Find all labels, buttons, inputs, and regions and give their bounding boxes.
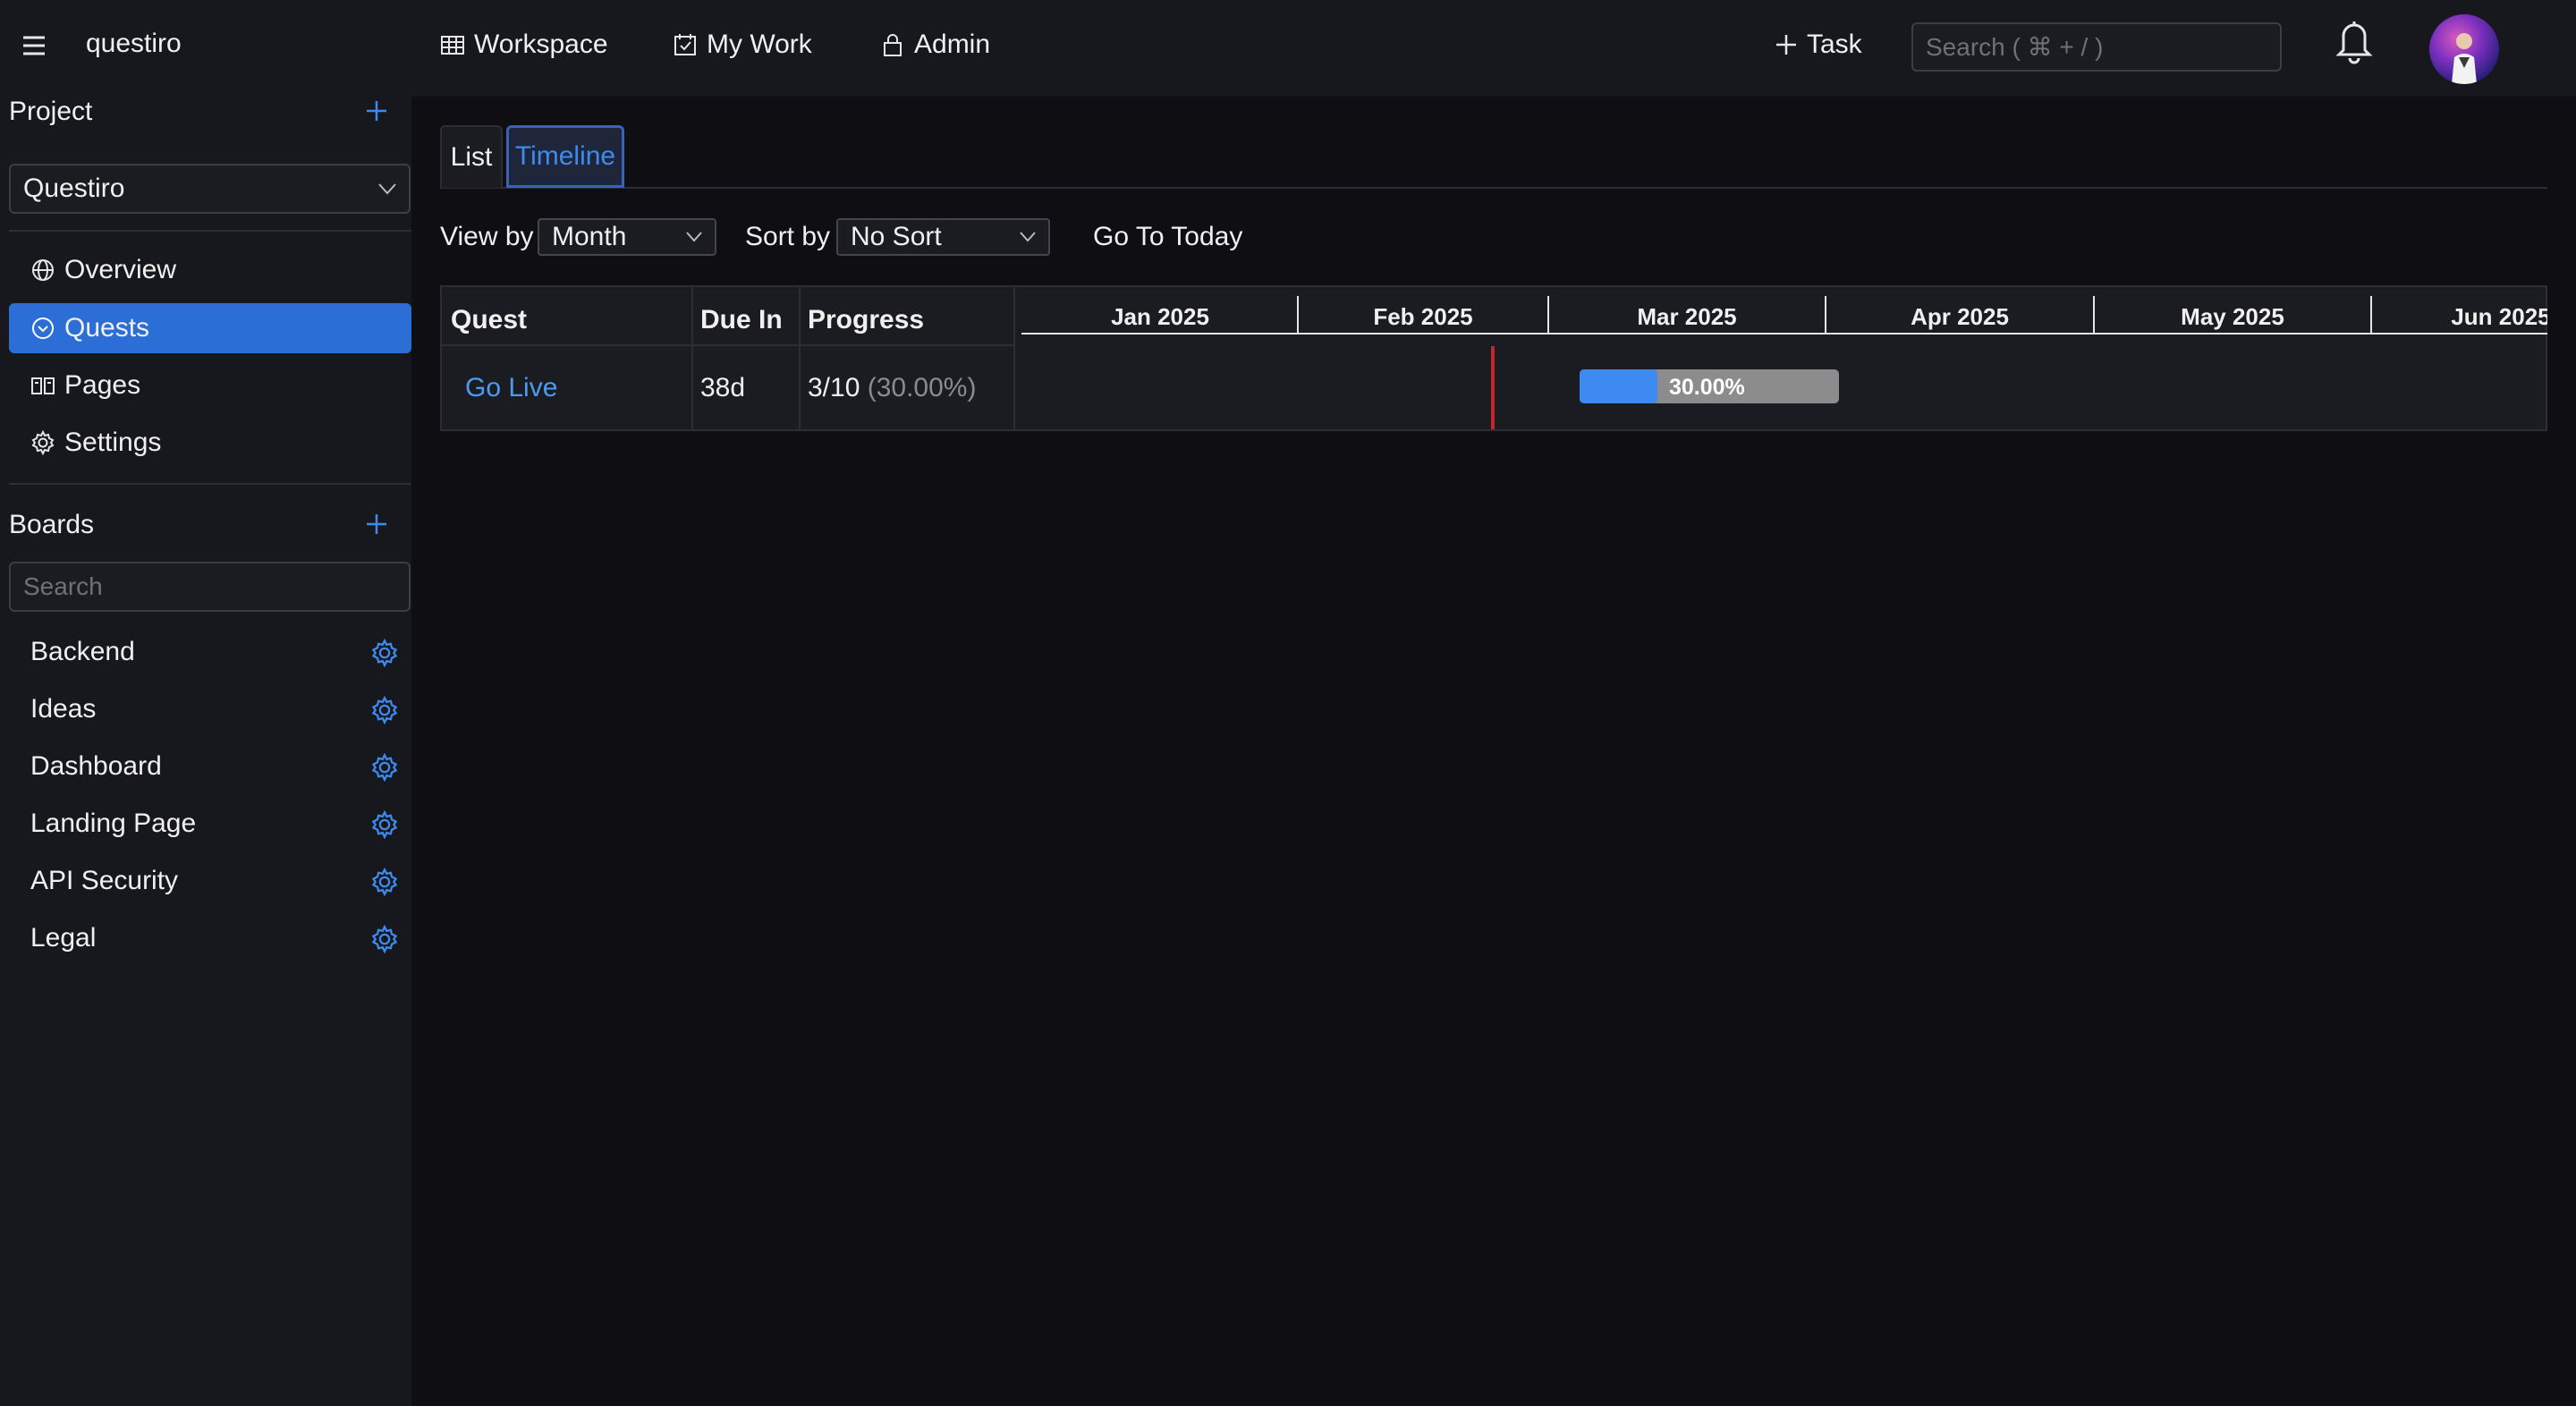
- project-select[interactable]: Questiro: [9, 164, 411, 214]
- column-header-progress: Progress: [808, 305, 925, 335]
- sidebar-item-label: Quests: [64, 313, 150, 343]
- sidebar-item-settings[interactable]: Settings: [9, 418, 411, 468]
- sort-by-select[interactable]: No Sort: [836, 218, 1050, 256]
- progress-bar-label: 30.00%: [1669, 375, 1745, 400]
- progress-count: 3/10: [808, 373, 860, 402]
- sidebar-item-label: Settings: [64, 428, 162, 457]
- board-settings-gear-icon[interactable]: [370, 639, 399, 667]
- sidebar-divider: [9, 483, 411, 485]
- view-by-value: Month: [552, 222, 627, 251]
- month-label: Feb 2025: [1373, 303, 1472, 330]
- progress-percent: (30.00%): [867, 373, 977, 402]
- globe-icon: [30, 258, 55, 283]
- nav-workspace-label: Workspace: [474, 30, 608, 59]
- board-item[interactable]: Ideas: [9, 684, 411, 734]
- board-item-label: Legal: [30, 923, 97, 953]
- nav-admin-label: Admin: [914, 30, 991, 59]
- column-header-quest: Quest: [451, 305, 528, 335]
- plus-icon: [1775, 33, 1798, 56]
- circle-chevron-icon: [30, 316, 55, 341]
- lock-icon: [880, 32, 905, 57]
- table-header-divider: [442, 344, 1014, 346]
- sidebar-item-quests[interactable]: Quests: [9, 303, 411, 353]
- add-project-plus-icon[interactable]: [361, 96, 392, 126]
- add-board-plus-icon[interactable]: [361, 509, 392, 539]
- chevron-down-icon: [684, 229, 704, 245]
- go-to-today-button[interactable]: Go To Today: [1093, 222, 1242, 252]
- tab-timeline[interactable]: Timeline: [506, 125, 624, 188]
- book-icon: [30, 373, 55, 398]
- board-item-label: Ideas: [30, 694, 97, 724]
- board-item[interactable]: Backend: [9, 627, 411, 677]
- month-label: May 2025: [2181, 303, 2284, 330]
- board-settings-gear-icon[interactable]: [370, 696, 399, 724]
- tabs-underline: [440, 187, 2547, 189]
- board-item[interactable]: Landing Page: [9, 799, 411, 849]
- sort-by-label: Sort by: [745, 222, 831, 251]
- user-avatar[interactable]: [2429, 14, 2499, 84]
- sidebar: Project Questiro Overview Quests Pages S…: [0, 97, 411, 1406]
- month-label: Jun 2025: [2451, 303, 2547, 330]
- sidebar-divider: [9, 230, 411, 232]
- nav-workspace[interactable]: Workspace: [440, 27, 608, 63]
- bell-icon[interactable]: [2333, 16, 2376, 66]
- due-in-value: 38d: [700, 373, 746, 402]
- boards-search-input[interactable]: [9, 562, 411, 612]
- sidebar-item-label: Overview: [64, 255, 177, 284]
- chevron-down-icon: [1018, 229, 1038, 245]
- add-task-label: Task: [1807, 30, 1862, 59]
- app-name[interactable]: questiro: [86, 29, 182, 59]
- project-section-title: Project: [9, 97, 93, 126]
- grid-icon: [440, 32, 465, 57]
- board-settings-gear-icon[interactable]: [370, 925, 399, 953]
- board-item-label: API Security: [30, 866, 179, 895]
- board-item[interactable]: API Security: [9, 856, 411, 906]
- board-item[interactable]: Legal: [9, 913, 411, 963]
- month-label: Mar 2025: [1637, 303, 1736, 330]
- view-by-label: View by: [440, 222, 534, 251]
- progress-value: 3/10 (30.00%): [808, 373, 976, 403]
- board-item-label: Backend: [30, 637, 135, 666]
- quest-link[interactable]: Go Live: [465, 373, 557, 403]
- tab-list[interactable]: List: [440, 125, 503, 188]
- board-settings-gear-icon[interactable]: [370, 868, 399, 896]
- board-item[interactable]: Dashboard: [9, 741, 411, 792]
- chevron-down-icon: [377, 180, 398, 198]
- gantt-chart: Jan 2025 Feb 2025 Mar 2025 Apr 2025 May …: [1014, 287, 2547, 429]
- boards-section-title: Boards: [9, 510, 95, 539]
- board-item-label: Dashboard: [30, 751, 162, 781]
- sidebar-item-overview[interactable]: Overview: [9, 245, 411, 295]
- top-bar: questiro Workspace My Work Admin Task: [0, 0, 2576, 97]
- sidebar-item-pages[interactable]: Pages: [9, 360, 411, 411]
- nav-admin[interactable]: Admin: [880, 27, 990, 63]
- month-label: Jan 2025: [1111, 303, 1209, 330]
- column-header-due-in: Due In: [700, 305, 783, 335]
- nav-my-work[interactable]: My Work: [673, 27, 812, 63]
- column-divider: [691, 287, 693, 429]
- sort-by-value: No Sort: [851, 222, 942, 251]
- timeline-table: Quest Due In Progress Go Live 38d 3/10 (…: [440, 285, 2547, 431]
- quest-progress-bar[interactable]: 30.00%: [1580, 369, 1839, 403]
- global-search-input[interactable]: [1911, 22, 2282, 72]
- nav-my-work-label: My Work: [707, 30, 812, 59]
- hamburger-menu-icon[interactable]: [20, 32, 48, 59]
- sidebar-item-label: Pages: [64, 370, 141, 400]
- board-item-label: Landing Page: [30, 809, 197, 838]
- gear-icon: [30, 430, 55, 455]
- view-by-select[interactable]: Month: [538, 218, 716, 256]
- board-settings-gear-icon[interactable]: [370, 810, 399, 839]
- progress-bar-fill: [1580, 369, 1657, 403]
- column-divider: [799, 287, 801, 429]
- month-label: Apr 2025: [1911, 303, 2009, 330]
- calendar-check-icon: [673, 32, 698, 57]
- add-task-button[interactable]: Task: [1775, 27, 1862, 63]
- board-settings-gear-icon[interactable]: [370, 753, 399, 782]
- project-select-value: Questiro: [23, 174, 125, 203]
